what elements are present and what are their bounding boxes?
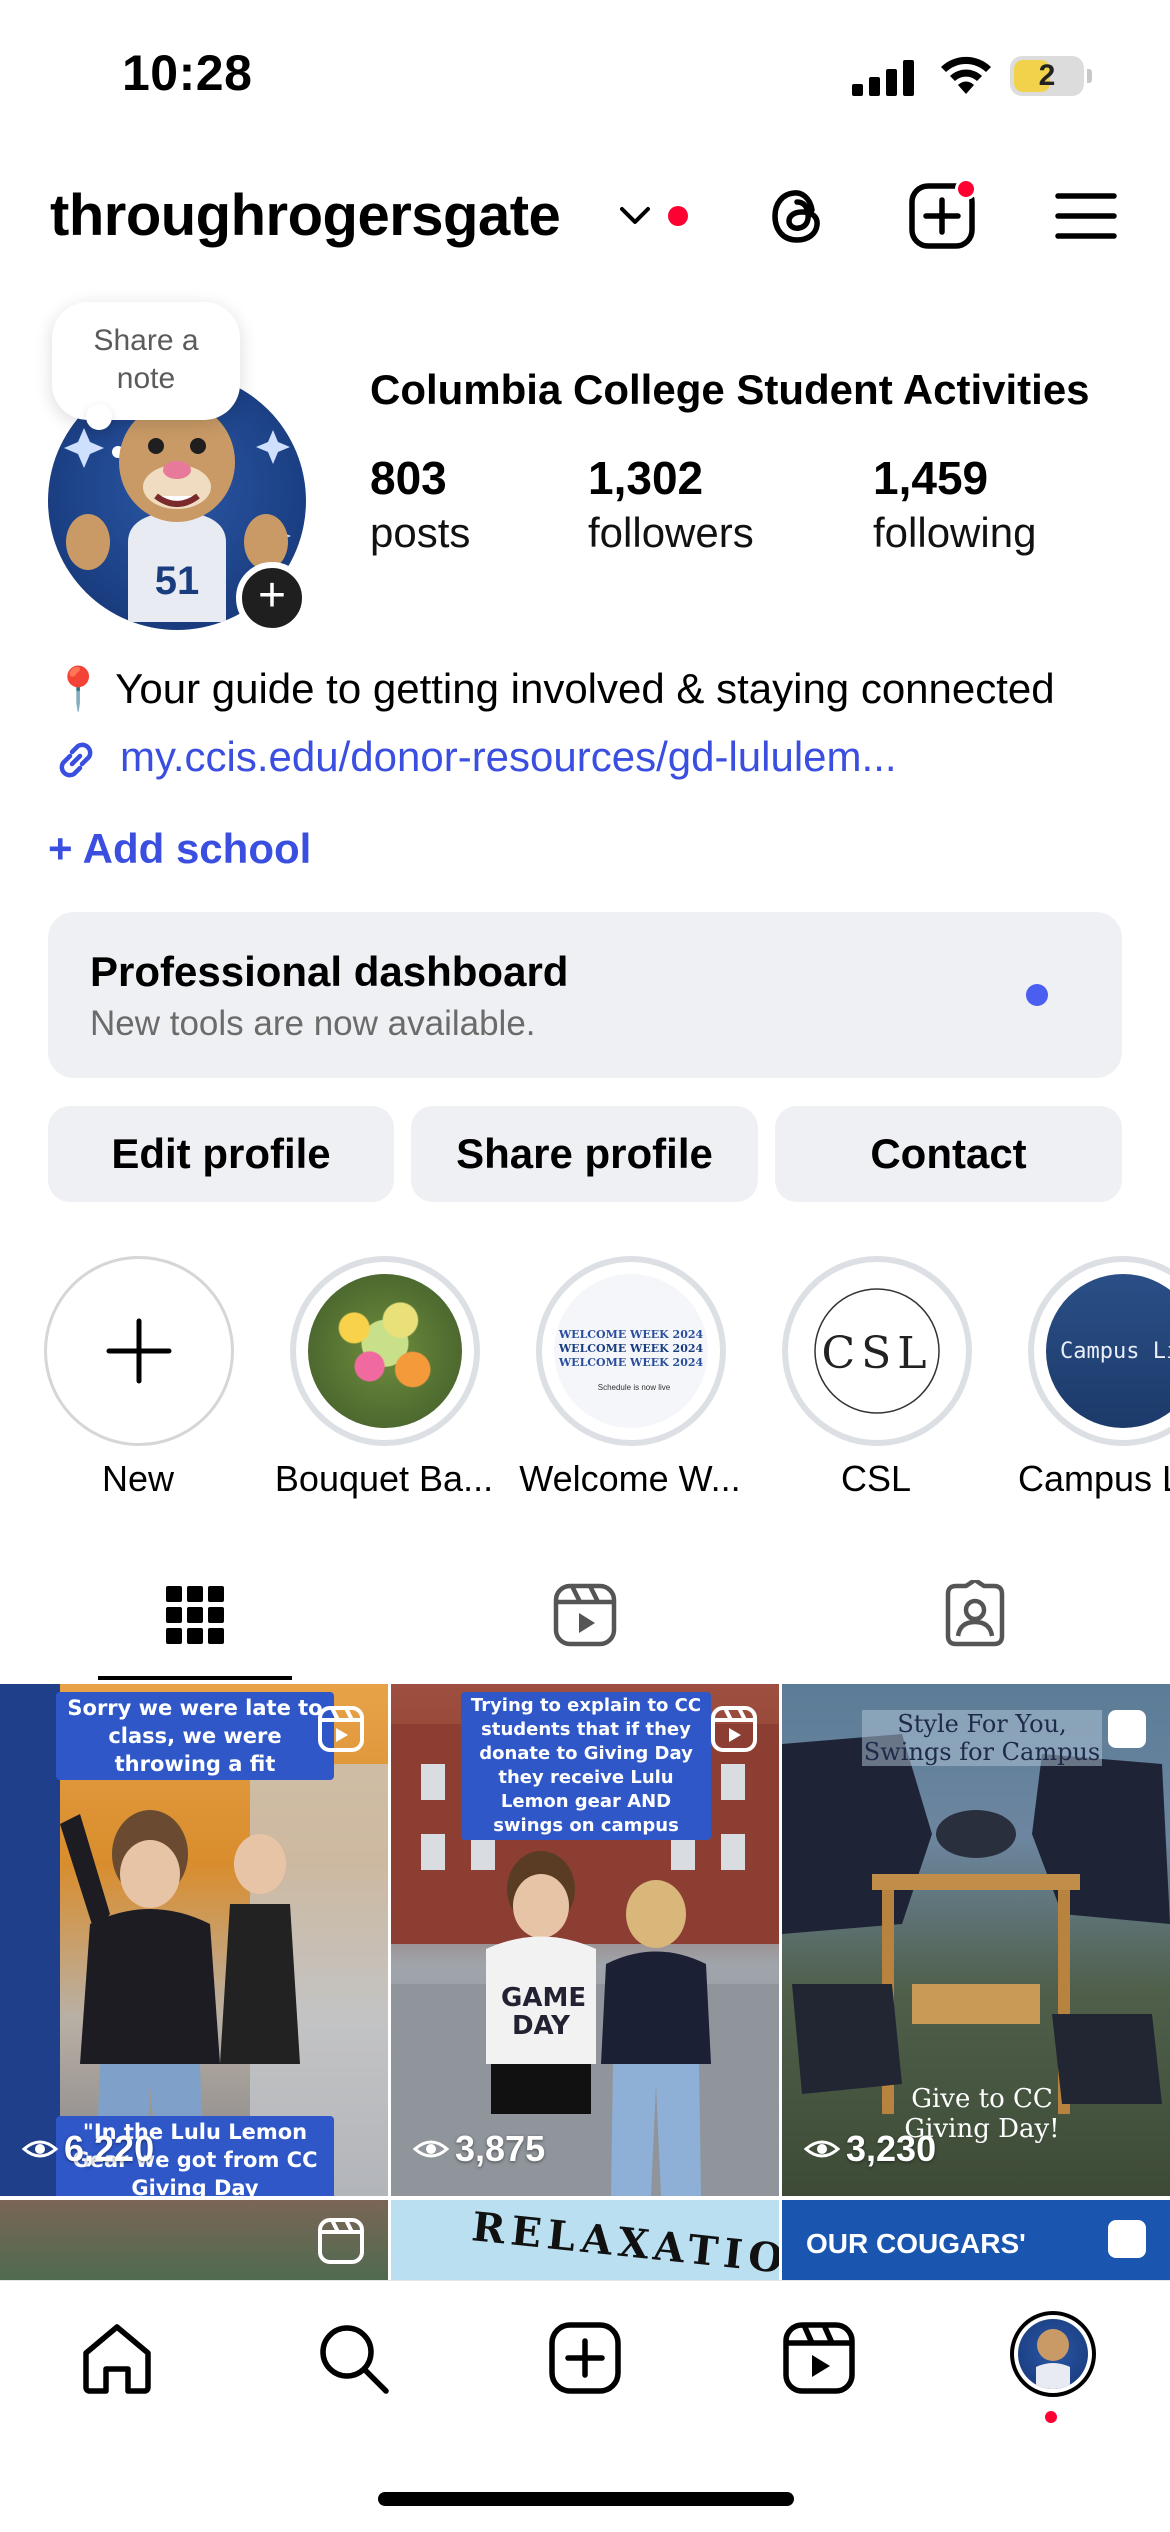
- welcome-week-image: WELCOME WEEK 2024 WELCOME WEEK 2024 WELC…: [554, 1274, 708, 1428]
- post-tile[interactable]: Style For You, Swings for Campus Give to…: [782, 1684, 1170, 2196]
- highlight-label: Bouquet Ba...: [274, 1458, 494, 1499]
- contact-button[interactable]: Contact: [775, 1106, 1122, 1202]
- campus-life-image: Campus Li: [1046, 1274, 1170, 1428]
- home-icon[interactable]: [78, 2319, 156, 2397]
- post-tile[interactable]: [0, 2200, 388, 2280]
- csl-logo-image: CSL: [800, 1274, 954, 1428]
- create-icon[interactable]: [546, 2319, 624, 2397]
- highlight-label: New: [101, 1458, 175, 1499]
- highlight-label: Campus L: [1018, 1458, 1170, 1499]
- grid-icon: [166, 1586, 224, 1644]
- cellular-signal-icon: [852, 60, 914, 96]
- shirt-text: GAME DAY: [501, 1983, 587, 2041]
- post-caption: Sorry we were late to class, we were thr…: [56, 1692, 334, 1780]
- svg-text:WELCOME WEEK 2024: WELCOME WEEK 2024: [558, 1356, 704, 1369]
- following-value: 1,459: [873, 452, 989, 504]
- dashboard-notification-dot: [1026, 984, 1048, 1006]
- svg-text:Campus Li: Campus Li: [1060, 1339, 1170, 1364]
- followers-count[interactable]: 1,302 followers: [588, 450, 754, 560]
- professional-dashboard[interactable]: Professional dashboard New tools are now…: [48, 912, 1122, 1078]
- content-tabs: [0, 1570, 1170, 1684]
- account-switcher[interactable]: throughrogersgate: [50, 182, 561, 249]
- post-tile[interactable]: GAME DAY Trying to explain to CC student…: [391, 1684, 779, 2196]
- create-notification-dot: [955, 178, 977, 200]
- share-note-bubble[interactable]: Share a note: [52, 302, 240, 420]
- reel-indicator-icon: [318, 2218, 364, 2264]
- post-title: RELAXATION: [469, 2203, 779, 2280]
- posts-value: 803: [370, 452, 447, 504]
- eye-icon: [803, 2140, 841, 2158]
- svg-text:51: 51: [155, 559, 200, 603]
- link-icon: [59, 742, 93, 778]
- menu-icon[interactable]: [1050, 180, 1122, 252]
- threads-icon[interactable]: [762, 180, 834, 252]
- reel-indicator-icon: [318, 1706, 364, 1752]
- highlight-label: Welcome W...: [519, 1458, 741, 1499]
- edit-profile-button[interactable]: Edit profile: [48, 1106, 394, 1202]
- post-caption: Trying to explain to CC students that if…: [461, 1692, 711, 1840]
- eye-icon: [412, 2140, 450, 2158]
- profile-header: throughrogersgate: [0, 170, 1170, 260]
- account-notification-dot: [668, 206, 688, 226]
- avatar: [1018, 2319, 1088, 2389]
- post-title: Style For You, Swings for Campus: [862, 1710, 1102, 1766]
- note-bubble-tail: [86, 404, 112, 430]
- add-school-button[interactable]: + Add school: [48, 820, 311, 878]
- followers-label: followers: [588, 509, 754, 556]
- posts-count[interactable]: 803 posts: [370, 450, 470, 560]
- reel-indicator-icon: [711, 1706, 757, 1752]
- view-count: 3,230: [803, 2128, 936, 2170]
- chevron-down-icon[interactable]: [618, 200, 652, 230]
- view-count: 3,875: [412, 2128, 545, 2170]
- profile-notification-dot: [1045, 2411, 1057, 2423]
- post-tile[interactable]: OUR COUGARS': [782, 2200, 1170, 2280]
- share-profile-button[interactable]: Share profile: [411, 1106, 758, 1202]
- svg-text:WELCOME WEEK 2024: WELCOME WEEK 2024: [558, 1328, 704, 1341]
- following-count[interactable]: 1,459 following: [873, 450, 1036, 560]
- carousel-icon: [1108, 1710, 1146, 1748]
- posts-label: posts: [370, 509, 471, 556]
- posts-grid: Sorry we were late to class, we were thr…: [0, 1684, 1170, 2280]
- home-indicator: [378, 2492, 794, 2506]
- battery-level: 2: [1038, 59, 1056, 92]
- dashboard-title: Professional dashboard: [90, 948, 569, 995]
- status-time: 10:28: [122, 45, 253, 101]
- tab-tagged[interactable]: [780, 1570, 1170, 1684]
- status-bar: 10:28 2: [0, 0, 1170, 150]
- svg-text:CSL: CSL: [821, 1328, 932, 1379]
- share-note-label: Share a note: [93, 324, 199, 395]
- carousel-icon: [1108, 2220, 1146, 2258]
- post-tile[interactable]: Sorry we were late to class, we were thr…: [0, 1684, 388, 2196]
- active-tab-indicator: [98, 1676, 292, 1680]
- highlight-label: CSL: [840, 1458, 912, 1499]
- profile-tab-avatar[interactable]: [1010, 2311, 1096, 2397]
- bio-link-text[interactable]: my.ccis.edu/donor-resources/gd-lululem..…: [120, 728, 897, 786]
- view-count: 6,220: [21, 2128, 154, 2170]
- battery-icon: 2: [1010, 56, 1092, 96]
- eye-icon: [21, 2140, 59, 2158]
- reels-icon: [553, 1583, 617, 1647]
- tab-posts-grid[interactable]: [0, 1570, 390, 1684]
- tagged-user-icon: [945, 1580, 1005, 1647]
- wifi-icon: [941, 56, 991, 94]
- bio-text: 📍 Your guide to getting involved & stayi…: [52, 665, 1055, 712]
- display-name: Columbia College Student Activities: [370, 366, 1090, 413]
- svg-text:Schedule is now live: Schedule is now live: [598, 1383, 671, 1392]
- search-icon[interactable]: [314, 2319, 392, 2397]
- tab-reels[interactable]: [390, 1570, 780, 1684]
- plus-icon: [106, 1318, 172, 1384]
- svg-text:WELCOME WEEK 2024: WELCOME WEEK 2024: [558, 1342, 704, 1355]
- dashboard-subtitle: New tools are now available.: [90, 1004, 536, 1043]
- following-label: following: [873, 509, 1037, 556]
- story-highlights: New Bouquet Ba... WELCOME WEEK 2024 WELC…: [0, 1254, 1170, 1514]
- followers-value: 1,302: [588, 452, 704, 504]
- flower-bouquet-image: [308, 1274, 462, 1428]
- add-story-button[interactable]: +: [236, 562, 308, 634]
- reels-nav-icon[interactable]: [780, 2319, 858, 2397]
- post-tile[interactable]: RELAXATION: [391, 2200, 779, 2280]
- post-title: OUR COUGARS': [806, 2228, 1026, 2259]
